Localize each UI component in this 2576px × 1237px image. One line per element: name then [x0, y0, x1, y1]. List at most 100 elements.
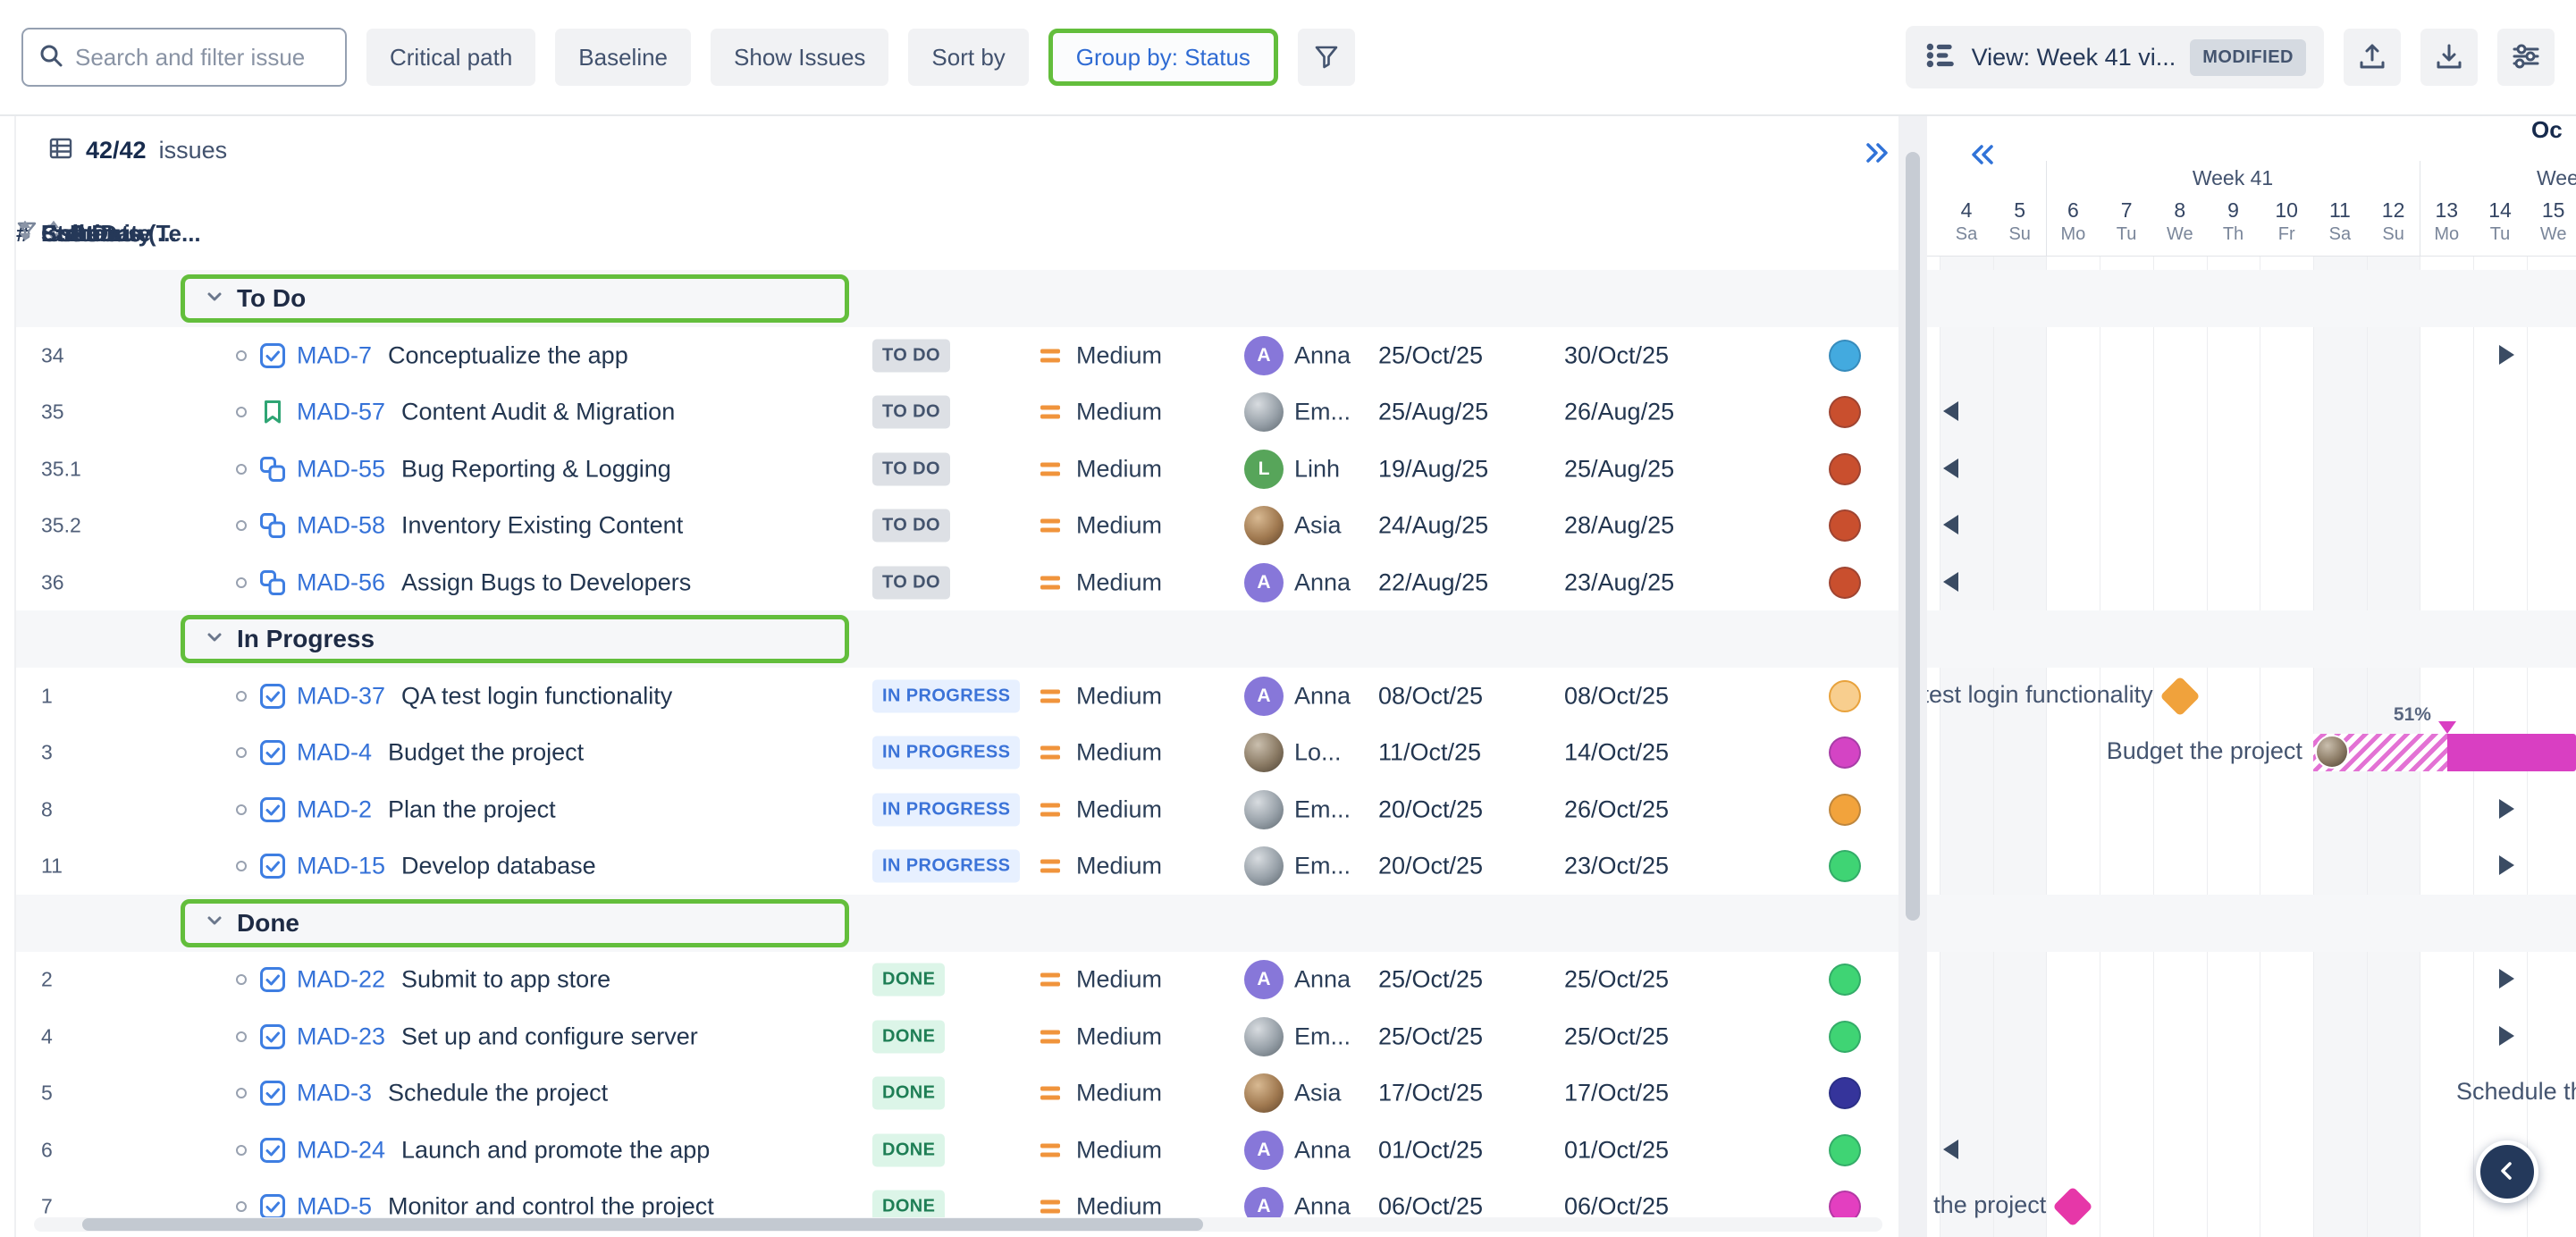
tree-handle[interactable]	[236, 1201, 247, 1212]
gantt-offscreen-right-indicator[interactable]	[2499, 345, 2514, 365]
tree-handle[interactable]	[236, 577, 247, 588]
color-dot[interactable]	[1829, 453, 1861, 485]
issue-key-link[interactable]: MAD-15	[297, 853, 385, 880]
issue-key-link[interactable]: MAD-56	[297, 568, 385, 596]
tree-handle[interactable]	[236, 350, 247, 361]
tree-handle[interactable]	[236, 1145, 247, 1156]
search-input[interactable]	[75, 44, 331, 72]
assignee-name: Lo...	[1294, 739, 1342, 767]
color-dot[interactable]	[1829, 567, 1861, 599]
gantt-offscreen-left-indicator[interactable]	[1943, 1140, 1958, 1159]
status-badge: TO DO	[872, 452, 950, 485]
issue-row[interactable]: 35.1MAD-55Bug Reporting & LoggingTO DOMe…	[16, 441, 1898, 498]
color-dot[interactable]	[1829, 680, 1861, 712]
horizontal-scrollbar[interactable]	[82, 1218, 1203, 1231]
issue-row[interactable]: 1MAD-37QA test login functionalityIN PRO…	[16, 668, 1898, 725]
issue-key-link[interactable]: MAD-22	[297, 966, 385, 994]
group-row[interactable]: Done	[16, 895, 1898, 952]
issue-main: MAD-58Inventory Existing Content	[297, 512, 683, 540]
download-button[interactable]	[2420, 29, 2478, 86]
milestone-diamond[interactable]	[2159, 676, 2200, 716]
gantt-bar[interactable]	[2313, 734, 2576, 771]
tree-handle[interactable]	[236, 407, 247, 417]
issue-key-link[interactable]: MAD-7	[297, 341, 372, 369]
issue-key-link[interactable]: MAD-2	[297, 795, 372, 823]
color-dot[interactable]	[1829, 340, 1861, 372]
assignee-name: Em...	[1294, 795, 1351, 823]
tree-handle[interactable]	[236, 691, 247, 702]
view-selector[interactable]: View: Week 41 vi... MODIFIED	[1906, 26, 2324, 88]
issue-row[interactable]: 4MAD-23Set up and configure serverDONEMe…	[16, 1008, 1898, 1065]
tree-handle[interactable]	[236, 747, 247, 758]
issue-row[interactable]: 3MAD-4Budget the projectIN PROGRESSMediu…	[16, 724, 1898, 781]
issue-row[interactable]: 36MAD-56Assign Bugs to DevelopersTO DOMe…	[16, 554, 1898, 611]
start-date: 25/Aug/25	[1378, 399, 1488, 426]
issue-key-link[interactable]: MAD-24	[297, 1136, 385, 1164]
tree-handle[interactable]	[236, 804, 247, 815]
chevron-down-icon[interactable]	[203, 626, 226, 653]
issue-key-link[interactable]: MAD-23	[297, 1022, 385, 1050]
issue-row[interactable]: 2MAD-22Submit to app storeDONEMediumAAnn…	[16, 951, 1898, 1008]
tree-handle[interactable]	[236, 974, 247, 985]
tree-handle[interactable]	[236, 861, 247, 871]
issue-key-link[interactable]: MAD-57	[297, 399, 385, 426]
tree-handle[interactable]	[236, 1088, 247, 1098]
avatar: A	[1244, 336, 1284, 375]
issue-row[interactable]: 35.2MAD-58Inventory Existing ContentTO D…	[16, 497, 1898, 554]
vertical-scrollbar[interactable]	[1906, 152, 1920, 921]
color-dot[interactable]	[1829, 850, 1861, 882]
avatar: L	[1244, 450, 1284, 489]
color-dot[interactable]	[1829, 794, 1861, 826]
issue-row[interactable]: 6MAD-24Launch and promote the appDONEMed…	[16, 1122, 1898, 1179]
chevron-down-icon[interactable]	[203, 909, 226, 937]
tree-handle[interactable]	[236, 1031, 247, 1042]
gantt-offscreen-left-indicator[interactable]	[1943, 401, 1958, 421]
search-box[interactable]	[21, 28, 347, 87]
collapse-panel-fab[interactable]	[2476, 1140, 2538, 1203]
issue-key-link[interactable]: MAD-3	[297, 1080, 372, 1107]
issue-row[interactable]: 11MAD-15Develop databaseIN PROGRESSMediu…	[16, 837, 1898, 895]
issue-key-link[interactable]: MAD-58	[297, 512, 385, 540]
group-label: To Do	[237, 284, 306, 313]
sort-by-button[interactable]: Sort by	[908, 29, 1028, 86]
issue-row[interactable]: 8MAD-2Plan the projectIN PROGRESSMediumE…	[16, 781, 1898, 838]
end-date: 14/Oct/25	[1564, 739, 1669, 767]
color-dot[interactable]	[1829, 509, 1861, 542]
gantt-offscreen-right-indicator[interactable]	[2499, 855, 2514, 875]
color-dot[interactable]	[1829, 396, 1861, 428]
show-issues-button[interactable]: Show Issues	[711, 29, 888, 86]
issue-row[interactable]: 35MAD-57Content Audit & MigrationTO DOMe…	[16, 383, 1898, 441]
issue-key-link[interactable]: MAD-55	[297, 455, 385, 483]
upload-button[interactable]	[2344, 29, 2401, 86]
issue-key-link[interactable]: MAD-37	[297, 682, 385, 710]
critical-path-button[interactable]: Critical path	[366, 29, 535, 86]
color-dot[interactable]	[1829, 964, 1861, 996]
group-row[interactable]: To Do	[16, 270, 1898, 327]
filter-button[interactable]	[1298, 29, 1355, 86]
color-dot[interactable]	[1829, 1077, 1861, 1109]
settings-button[interactable]	[2497, 29, 2555, 86]
gantt-offscreen-left-indicator[interactable]	[1943, 515, 1958, 534]
issue-row[interactable]: 34MAD-7Conceptualize the appTO DOMediumA…	[16, 327, 1898, 384]
gantt-offscreen-left-indicator[interactable]	[1943, 572, 1958, 592]
tree-handle[interactable]	[236, 520, 247, 531]
milestone-diamond[interactable]	[2053, 1186, 2093, 1226]
gantt-offscreen-right-indicator[interactable]	[2499, 969, 2514, 989]
baseline-button[interactable]: Baseline	[555, 29, 691, 86]
color-dot[interactable]	[1829, 1021, 1861, 1053]
color-dot[interactable]	[1829, 736, 1861, 769]
funnel-icon	[1313, 43, 1340, 72]
gantt-offscreen-right-indicator[interactable]	[2499, 1026, 2514, 1046]
gantt-offscreen-right-indicator[interactable]	[2499, 799, 2514, 819]
group-row[interactable]: In Progress	[16, 610, 1898, 668]
issue-rows: To Do 34MAD-7Conceptualize the appTO DOMe…	[16, 116, 1898, 1237]
priority-label: Medium	[1076, 512, 1162, 540]
chevron-down-icon[interactable]	[203, 285, 226, 313]
issue-row[interactable]: 5MAD-3Schedule the projectDONEMediumAsia…	[16, 1064, 1898, 1122]
tree-handle[interactable]	[236, 464, 247, 475]
gantt-offscreen-left-indicator[interactable]	[1943, 459, 1958, 478]
group-by-status-button[interactable]: Group by: Status	[1048, 29, 1278, 86]
issue-key-link[interactable]: MAD-4	[297, 739, 372, 767]
color-dot[interactable]	[1829, 1134, 1861, 1166]
issue-key-link[interactable]: MAD-5	[297, 1193, 372, 1221]
